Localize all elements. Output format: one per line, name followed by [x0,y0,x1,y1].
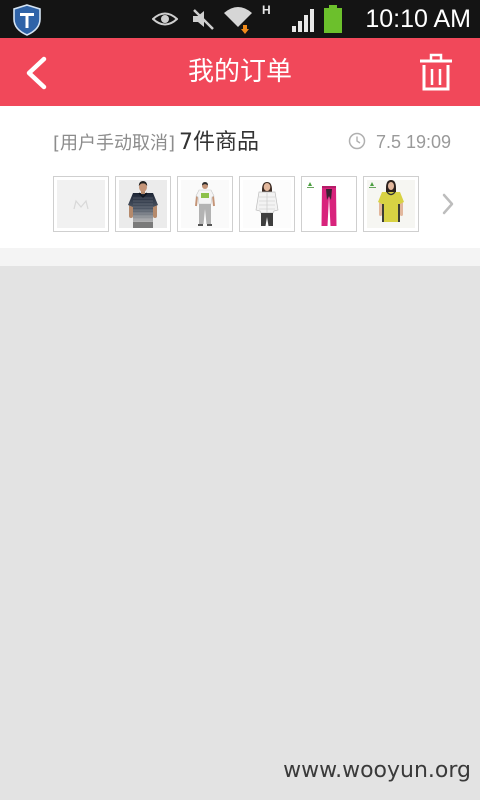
shield-app-icon [13,4,41,36]
product-thumbnail[interactable] [239,176,295,232]
eye-icon [152,12,178,26]
trash-icon [420,53,452,91]
product-thumbnail[interactable] [177,176,233,232]
product-image [367,180,415,228]
back-button[interactable] [14,48,62,96]
status-bar: H 10:10 AM [0,0,480,38]
watermark: www.wooyun.org [283,758,471,783]
chevron-right-icon[interactable] [440,192,456,216]
order-summary: [用户手动取消] 7件商品 [53,124,259,156]
product-image [243,180,291,228]
clock-icon [348,132,366,150]
product-thumbnail[interactable] [363,176,419,232]
network-type-label: H [262,3,271,17]
placeholder-image [57,180,105,228]
order-status: [用户手动取消] [53,133,176,154]
muted-speaker-icon [193,9,214,30]
back-chevron-icon [26,56,47,90]
order-item-count: 7件商品 [179,130,260,155]
delete-button[interactable] [418,47,466,97]
order-time: 7.5 19:09 [376,132,452,152]
card-divider [0,248,480,266]
page-title: 我的订单 [187,57,292,87]
app-header: 我的订单 [0,38,480,106]
product-image [305,180,353,228]
product-thumbnail[interactable] [301,176,357,232]
product-thumbnail[interactable] [115,176,171,232]
product-image [119,180,167,228]
signal-icon [292,9,314,32]
wifi-icon [224,7,252,34]
order-card[interactable]: [用户手动取消] 7件商品 7.5 19:09 [0,106,480,248]
battery-icon [324,5,342,33]
status-time: 10:10 AM [365,5,471,33]
product-thumbnail[interactable] [53,176,109,232]
product-thumbnails [53,176,425,232]
product-image [181,180,229,228]
